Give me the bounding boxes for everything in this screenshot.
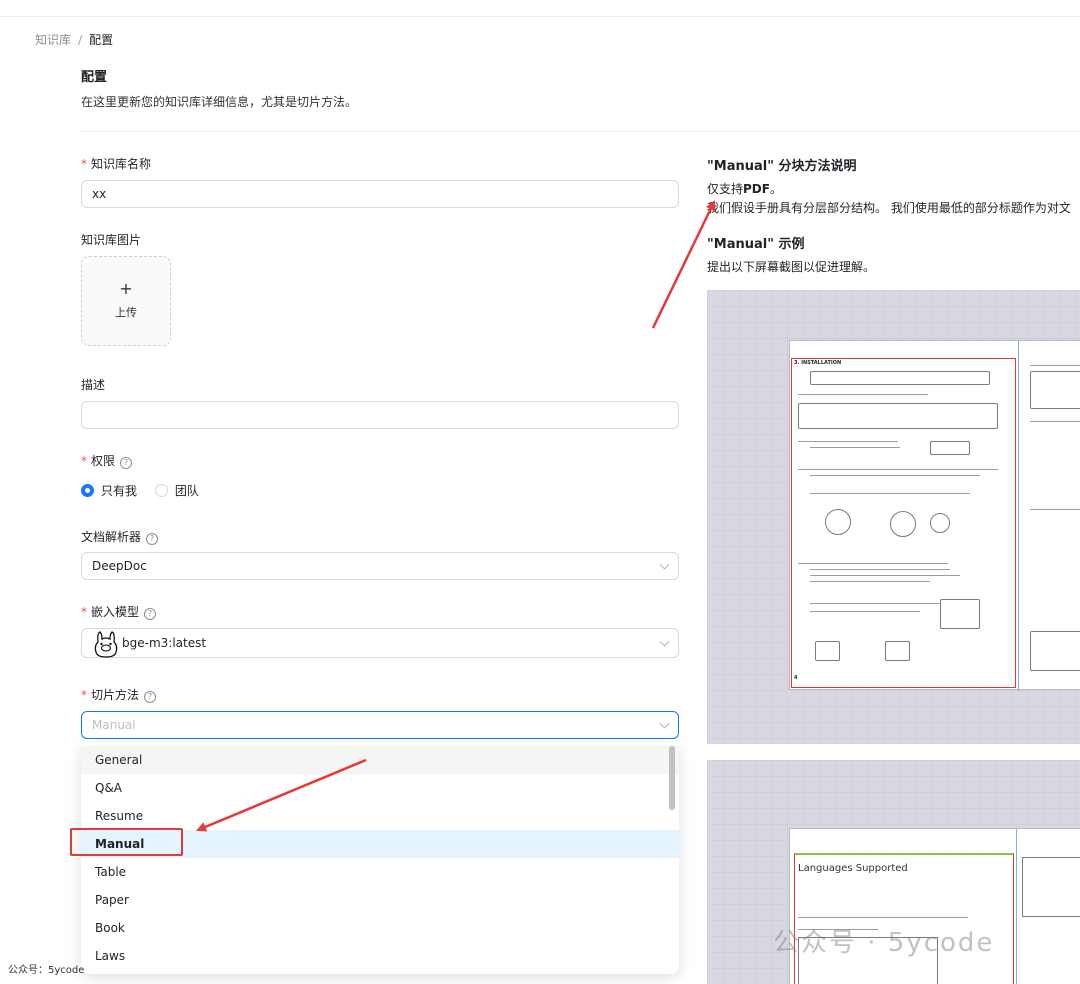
help-icon[interactable]: ?	[144, 608, 157, 620]
page-description: 在这里更新您的知识库详细信息，尤其是切片方法。	[81, 95, 358, 109]
chunk-method-placeholder: Manual	[92, 718, 136, 732]
radio-checked-icon	[81, 484, 94, 497]
radio-team[interactable]: 团队	[154, 482, 199, 499]
support-text: 仅支持PDF。	[707, 182, 782, 196]
example-screenshot-1: 3. INSTALLATION 4	[707, 290, 1080, 744]
permission-radio-group: 只有我 团队	[81, 482, 213, 499]
option-resume[interactable]: Resume	[81, 802, 679, 830]
chevron-down-icon	[659, 718, 670, 729]
breadcrumb-root[interactable]: 知识库	[35, 33, 71, 47]
section-title: 3. INSTALLATION	[794, 360, 842, 366]
option-table[interactable]: Table	[81, 858, 679, 886]
ollama-logo-icon	[94, 631, 118, 658]
manual-page-image: Languages Supported	[789, 828, 1080, 984]
watermark: 公众号 · 5ycode	[773, 928, 995, 958]
arrow-to-description	[651, 200, 716, 329]
assumption-text: 我们假设手册具有分层部分结构。 我们使用最低的部分标题作为对文	[707, 201, 1071, 215]
dropdown-scrollbar[interactable]	[669, 746, 675, 810]
example-heading: "Manual" 示例	[707, 237, 805, 252]
top-divider	[0, 16, 1080, 17]
parser-value: DeepDoc	[92, 559, 147, 573]
annotation-highlight-box	[70, 828, 183, 856]
chevron-down-icon	[659, 636, 670, 647]
example-description: 提出以下屏幕截图以促进理解。	[707, 260, 876, 274]
manual-page-image: 3. INSTALLATION 4	[789, 340, 1080, 691]
description-label: 描述	[81, 378, 106, 392]
option-book[interactable]: Book	[81, 914, 679, 942]
page-title: 配置	[81, 70, 108, 85]
parser-label: 文档解析器?	[81, 528, 159, 545]
image-label: 知识库图片	[81, 233, 142, 247]
upload-label: 上传	[115, 306, 137, 319]
plus-icon: +	[119, 279, 133, 298]
option-qa[interactable]: Q&A	[81, 774, 679, 802]
breadcrumb: 知识库 / 配置	[35, 31, 113, 48]
chunk-method-select[interactable]: Manual	[81, 711, 679, 739]
option-paper[interactable]: Paper	[81, 886, 679, 914]
name-input[interactable]: xx	[81, 180, 679, 208]
embedding-label: * 嵌入模型?	[81, 603, 157, 620]
source-note: 公众号：5ycode	[8, 965, 85, 976]
description-input[interactable]	[81, 401, 679, 429]
radio-unchecked-icon	[154, 484, 168, 497]
languages-supported-title: Languages Supported	[798, 863, 908, 874]
help-icon[interactable]: ?	[144, 691, 157, 703]
option-general[interactable]: General	[81, 746, 679, 774]
chunk-method-dropdown: General Q&A Resume Manual Table Paper Bo…	[81, 742, 679, 974]
parser-select[interactable]: DeepDoc	[81, 552, 679, 580]
image-upload-button[interactable]: + 上传	[81, 256, 171, 346]
embedding-select[interactable]: bge-m3:latest	[81, 628, 679, 658]
header-divider	[81, 131, 1080, 132]
option-laws[interactable]: Laws	[81, 942, 679, 970]
name-label: * 知识库名称	[81, 157, 152, 171]
radio-only-me[interactable]: 只有我	[81, 482, 137, 499]
chunk-method-label: * 切片方法?	[81, 686, 157, 703]
help-icon[interactable]: ?	[120, 457, 133, 469]
chevron-down-icon	[659, 559, 670, 570]
breadcrumb-current: 配置	[89, 33, 114, 47]
embedding-value: bge-m3:latest	[122, 636, 207, 650]
permission-label: * 权限?	[81, 452, 133, 469]
help-icon[interactable]: ?	[146, 533, 159, 545]
breadcrumb-separator: /	[78, 33, 83, 47]
page-number: 4	[794, 675, 798, 681]
manual-heading: "Manual" 分块方法说明	[707, 159, 857, 174]
